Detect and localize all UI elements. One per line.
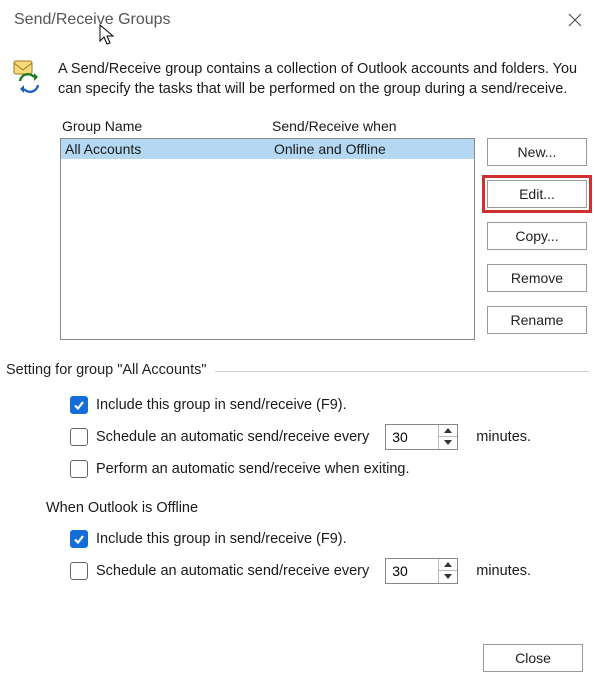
- include-offline-label: Include this group in send/receive (F9).: [96, 531, 347, 547]
- intro-section: A Send/Receive group contains a collecti…: [0, 41, 595, 118]
- cell-name: All Accounts: [61, 139, 274, 159]
- section-label: Setting for group "All Accounts": [6, 362, 207, 378]
- minutes-label: minutes.: [476, 429, 531, 445]
- spinner-down-icon[interactable]: [439, 571, 457, 583]
- highlight-frame: Edit...: [482, 175, 592, 213]
- window-title: Send/Receive Groups: [14, 11, 171, 29]
- spinner-down-icon[interactable]: [439, 437, 457, 449]
- titlebar: Send/Receive Groups: [0, 0, 595, 41]
- copy-button[interactable]: Copy...: [487, 222, 587, 250]
- include-online-checkbox[interactable]: [70, 396, 88, 414]
- close-button[interactable]: Close: [483, 644, 583, 672]
- include-offline-checkbox[interactable]: [70, 530, 88, 548]
- group-list[interactable]: All Accounts Online and Offline: [60, 138, 475, 340]
- include-online-label: Include this group in send/receive (F9).: [96, 397, 347, 413]
- minutes-label: minutes.: [476, 563, 531, 579]
- remove-button[interactable]: Remove: [487, 264, 587, 292]
- col-header-when: Send/Receive when: [272, 118, 397, 134]
- send-receive-icon: [12, 59, 44, 91]
- rename-button[interactable]: Rename: [487, 306, 587, 334]
- col-header-name: Group Name: [60, 118, 272, 134]
- schedule-online-label: Schedule an automatic send/receive every: [96, 429, 369, 445]
- schedule-offline-label: Schedule an automatic send/receive every: [96, 563, 369, 579]
- spinner-up-icon[interactable]: [439, 425, 457, 438]
- schedule-online-checkbox[interactable]: [70, 428, 88, 446]
- schedule-offline-checkbox[interactable]: [70, 562, 88, 580]
- new-button[interactable]: New...: [487, 138, 587, 166]
- edit-button[interactable]: Edit...: [487, 180, 587, 208]
- close-icon[interactable]: [555, 0, 595, 40]
- spinner-up-icon[interactable]: [439, 559, 457, 572]
- list-item[interactable]: All Accounts Online and Offline: [61, 139, 474, 159]
- list-headers: Group Name Send/Receive when: [60, 118, 475, 138]
- perform-exit-checkbox[interactable]: [70, 460, 88, 478]
- section-heading: Setting for group "All Accounts": [6, 362, 589, 378]
- schedule-offline-spinner[interactable]: [385, 558, 458, 584]
- perform-exit-label: Perform an automatic send/receive when e…: [96, 461, 410, 477]
- intro-text: A Send/Receive group contains a collecti…: [58, 59, 587, 100]
- schedule-online-input[interactable]: [386, 425, 438, 449]
- schedule-online-spinner[interactable]: [385, 424, 458, 450]
- separator-line: [215, 371, 589, 372]
- offline-heading: When Outlook is Offline: [46, 500, 595, 516]
- cell-when: Online and Offline: [274, 139, 386, 159]
- schedule-offline-input[interactable]: [386, 559, 438, 583]
